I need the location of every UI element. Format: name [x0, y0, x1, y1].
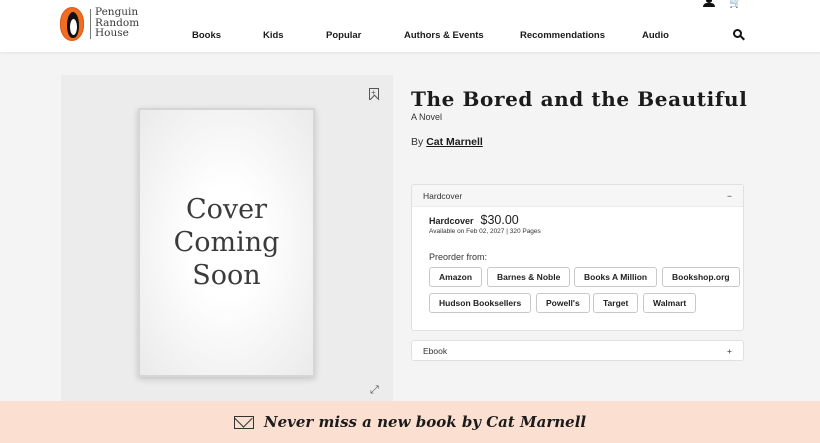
nav-audio[interactable]: Audio	[642, 30, 669, 41]
format-hardcover-panel: Hardcover − Hardcover $30.00 Available o…	[411, 184, 744, 331]
retailer-amazon-button[interactable]: Amazon	[429, 267, 483, 287]
penguin-random-house-logo[interactable]: Penguin Random House	[60, 7, 139, 41]
nav-popular[interactable]: Popular	[326, 30, 361, 41]
expand-plus-icon[interactable]: +	[727, 346, 732, 356]
cover-placeholder-text: Cover Coming Soon	[173, 194, 280, 291]
book-subtitle: A Novel	[411, 112, 443, 122]
retailer-powells-button[interactable]: Powell's	[536, 293, 590, 313]
newsletter-text: Never miss a new book by Cat Marnell	[263, 413, 587, 431]
logo-wordmark: Penguin Random House	[95, 6, 140, 39]
cart-icon[interactable]: 🛒	[729, 0, 741, 9]
nav-kids[interactable]: Kids	[263, 30, 284, 41]
book-cover[interactable]: Cover Coming Soon	[138, 108, 315, 377]
format-ebook-panel[interactable]: Ebook +	[411, 340, 744, 361]
format-hardcover-header[interactable]: Hardcover −	[412, 185, 743, 207]
format-header-label: Hardcover	[423, 190, 463, 201]
retailer-target-button[interactable]: Target	[593, 293, 639, 313]
envelope-icon	[233, 415, 254, 429]
newsletter-banner[interactable]: Never miss a new book by Cat Marnell	[0, 401, 820, 443]
price: $30.00	[480, 213, 519, 227]
nav-recommendations[interactable]: Recommendations	[520, 30, 605, 41]
nav-books[interactable]: Books	[192, 30, 221, 41]
format-price-line: Hardcover $30.00	[429, 213, 519, 227]
book-title: The Bored and the Beautiful	[411, 87, 748, 111]
search-icon[interactable]	[733, 29, 745, 41]
bookmark-icon[interactable]: +	[369, 88, 379, 100]
format-name: Hardcover	[429, 216, 474, 226]
byline: By Cat Marnell	[411, 136, 483, 148]
account-icons: 🛒	[703, 0, 741, 9]
preorder-label: Preorder from:	[429, 252, 488, 262]
collapse-icon[interactable]: −	[727, 191, 732, 201]
retailer-walmart-button[interactable]: Walmart	[643, 293, 697, 313]
availability-info: Available on Feb 02, 2027 | 320 Pages	[429, 228, 541, 235]
penguin-logo-icon	[60, 7, 84, 41]
retailer-books-a-million-button[interactable]: Books A Million	[574, 267, 658, 287]
retailer-barnes-noble-button[interactable]: Barnes & Noble	[487, 267, 571, 287]
nav-authors-events[interactable]: Authors & Events	[404, 30, 484, 41]
site-header: Penguin Random House 🛒 Books Kids Popula…	[0, 0, 820, 52]
retailer-hudson-button[interactable]: Hudson Booksellers	[429, 293, 532, 313]
cover-panel: + Cover Coming Soon ⤢	[61, 75, 393, 405]
author-link[interactable]: Cat Marnell	[426, 136, 483, 148]
retailer-bookshop-button[interactable]: Bookshop.org	[662, 267, 740, 287]
byline-prefix: By	[411, 136, 424, 148]
expand-icon[interactable]: ⤢	[370, 385, 381, 396]
user-icon[interactable]	[703, 0, 715, 8]
format-ebook-label: Ebook	[423, 345, 448, 356]
